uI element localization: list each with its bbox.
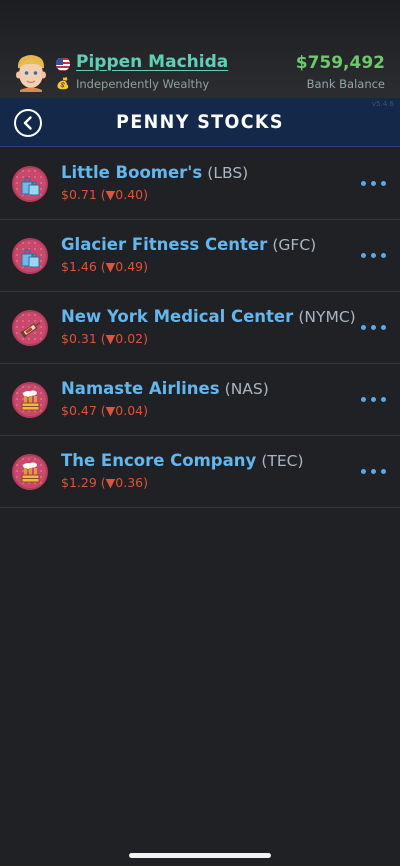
stock-row[interactable]: Little Boomer's (LBS) $0.71 (▼0.40): [0, 148, 400, 220]
us-flag-icon: [56, 57, 70, 71]
stock-change: (▼0.49): [100, 259, 148, 274]
price-change: $1.46 (▼0.49): [61, 259, 148, 274]
stock-price: $1.46: [61, 259, 97, 274]
more-options-button[interactable]: [361, 325, 387, 331]
bank-balance-value: $759,492: [295, 53, 385, 73]
player-name[interactable]: Pippen Machida: [76, 52, 228, 72]
home-indicator[interactable]: [129, 853, 271, 858]
avatar-face-icon[interactable]: [12, 52, 50, 92]
factory-icon: [12, 454, 48, 490]
stock-row[interactable]: Namaste Airlines (NAS) $0.47 (▼0.04): [0, 364, 400, 436]
company-name: Glacier Fitness Center: [61, 235, 268, 254]
price-change: $0.47 (▼0.04): [61, 403, 148, 418]
wealth-status: Independently Wealthy: [76, 77, 210, 91]
profile-header: Pippen Machida 💰 Independently Wealthy $…: [0, 44, 400, 96]
bank-balance-label: Bank Balance: [306, 77, 385, 91]
more-options-button[interactable]: [361, 253, 387, 259]
more-options-button[interactable]: [361, 181, 387, 187]
stock-price: $0.47: [61, 403, 97, 418]
penny-stocks-list: Little Boomer's (LBS) $0.71 (▼0.40) Glac…: [0, 148, 400, 508]
price-change: $0.71 (▼0.40): [61, 187, 148, 202]
stock-row[interactable]: New York Medical Center (NYMC) $0.31 (▼0…: [0, 292, 400, 364]
stock-change: (▼0.04): [100, 403, 148, 418]
version-label: v5.4.6: [372, 100, 394, 108]
stock-change: (▼0.02): [100, 331, 148, 346]
syringe-icon: [12, 310, 48, 346]
stock-change: (▼0.40): [100, 187, 148, 202]
navigation-bar: PENNY STOCKS v5.4.6: [0, 98, 400, 147]
stock-price: $0.71: [61, 187, 97, 202]
company-name: Little Boomer's: [61, 163, 203, 182]
company-name: The Encore Company: [61, 451, 257, 470]
company-name: New York Medical Center: [61, 307, 294, 326]
page-title: PENNY STOCKS: [116, 111, 284, 133]
ticker-symbol: (GFC): [272, 236, 317, 254]
price-change: $0.31 (▼0.02): [61, 331, 148, 346]
ticker-symbol: (TEC): [261, 452, 304, 470]
price-change: $1.29 (▼0.36): [61, 475, 148, 490]
stock-price: $1.29: [61, 475, 97, 490]
company-name: Namaste Airlines: [61, 379, 220, 398]
stock-row[interactable]: Glacier Fitness Center (GFC) $1.46 (▼0.4…: [0, 220, 400, 292]
stock-row[interactable]: The Encore Company (TEC) $1.29 (▼0.36): [0, 436, 400, 508]
more-options-button[interactable]: [361, 469, 387, 475]
factory-icon: [12, 382, 48, 418]
more-options-button[interactable]: [361, 397, 387, 403]
shopping-bags-icon: [12, 166, 48, 202]
ticker-symbol: (NAS): [224, 380, 269, 398]
money-bag-icon: 💰: [56, 77, 70, 90]
shopping-bags-icon: [12, 238, 48, 274]
ticker-symbol: (NYMC): [298, 308, 356, 326]
stock-change: (▼0.36): [100, 475, 148, 490]
stock-price: $0.31: [61, 331, 97, 346]
ticker-symbol: (LBS): [207, 164, 249, 182]
